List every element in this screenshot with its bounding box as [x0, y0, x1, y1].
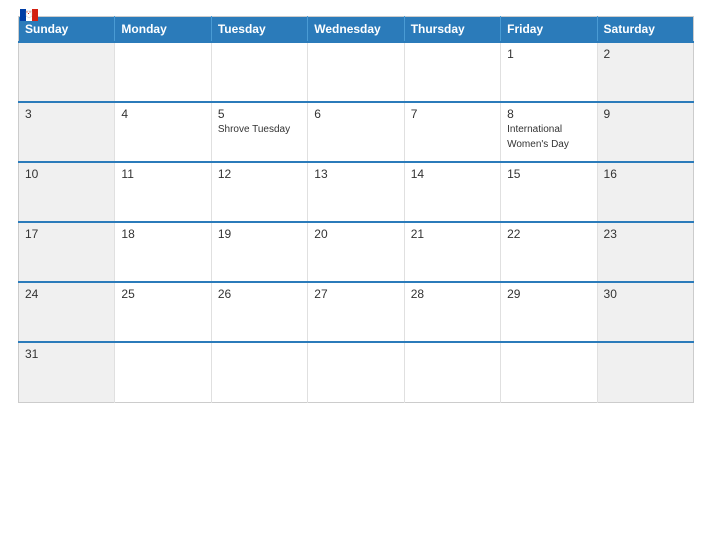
calendar-cell: 10 [19, 162, 115, 222]
calendar-week-row: 24 25 26 27 28 29 30 [19, 282, 694, 342]
day-number: 22 [507, 227, 590, 241]
day-number: 15 [507, 167, 590, 181]
day-number: 23 [604, 227, 687, 241]
calendar-cell: 16 [597, 162, 693, 222]
calendar-cell: 9 [597, 102, 693, 162]
day-number: 19 [218, 227, 301, 241]
calendar-cell: 1 [501, 42, 597, 102]
calendar-cell: 6 [308, 102, 404, 162]
weekday-header-thursday: Thursday [404, 17, 500, 43]
day-number: 20 [314, 227, 397, 241]
day-number: 12 [218, 167, 301, 181]
day-number: 14 [411, 167, 494, 181]
calendar-cell: 23 [597, 222, 693, 282]
calendar-cell: 11 [115, 162, 211, 222]
weekday-header-wednesday: Wednesday [308, 17, 404, 43]
calendar-cell: 19 [211, 222, 307, 282]
calendar-week-row: 10 11 12 13 14 15 16 [19, 162, 694, 222]
weekday-header-friday: Friday [501, 17, 597, 43]
day-number: 4 [121, 107, 204, 121]
day-number: 28 [411, 287, 494, 301]
logo-flag-icon [20, 9, 38, 21]
calendar-cell: 24 [19, 282, 115, 342]
day-number: 27 [314, 287, 397, 301]
day-number: 16 [604, 167, 687, 181]
calendar-cell: 31 [19, 342, 115, 402]
calendar-cell: 3 [19, 102, 115, 162]
calendar-cell [308, 42, 404, 102]
calendar-cell [211, 42, 307, 102]
calendar-cell: 29 [501, 282, 597, 342]
calendar-cell: 5 Shrove Tuesday [211, 102, 307, 162]
day-number: 24 [25, 287, 108, 301]
calendar-cell: 4 [115, 102, 211, 162]
calendar-cell [211, 342, 307, 402]
calendar-cell [115, 42, 211, 102]
calendar-cell: 8 International Women's Day [501, 102, 597, 162]
calendar-cell [404, 42, 500, 102]
weekday-row: SundayMondayTuesdayWednesdayThursdayFrid… [19, 17, 694, 43]
day-number: 8 [507, 107, 590, 121]
calendar-cell: 18 [115, 222, 211, 282]
day-number: 26 [218, 287, 301, 301]
calendar-cell: 27 [308, 282, 404, 342]
calendar-cell: 7 [404, 102, 500, 162]
calendar-cell: 25 [115, 282, 211, 342]
calendar-cell: 28 [404, 282, 500, 342]
calendar-week-row: 31 [19, 342, 694, 402]
calendar-header: SundayMondayTuesdayWednesdayThursdayFrid… [19, 17, 694, 43]
day-number: 30 [604, 287, 687, 301]
calendar-cell: 21 [404, 222, 500, 282]
calendar-week-row: 17 18 19 20 21 22 23 [19, 222, 694, 282]
calendar-cell: 13 [308, 162, 404, 222]
calendar-week-row: 345 Shrove Tuesday 678 International Women'… [19, 102, 694, 162]
calendar-cell: 22 [501, 222, 597, 282]
calendar-cell: 14 [404, 162, 500, 222]
calendar-cell: 2 [597, 42, 693, 102]
calendar-cell: 20 [308, 222, 404, 282]
day-number: 10 [25, 167, 108, 181]
day-number: 17 [25, 227, 108, 241]
day-number: 31 [25, 347, 108, 361]
day-number: 5 [218, 107, 301, 121]
day-number: 3 [25, 107, 108, 121]
calendar-cell [115, 342, 211, 402]
day-number: 9 [604, 107, 687, 121]
logo [18, 10, 38, 22]
weekday-header-tuesday: Tuesday [211, 17, 307, 43]
day-number: 6 [314, 107, 397, 121]
calendar-event: Shrove Tuesday [218, 124, 290, 135]
day-number: 18 [121, 227, 204, 241]
calendar-body: 12345Shrove Tuesday678International Wome… [19, 42, 694, 402]
calendar-cell [597, 342, 693, 402]
calendar-event: International Women's Day [507, 124, 569, 150]
calendar-week-row: 12 [19, 42, 694, 102]
day-number: 25 [121, 287, 204, 301]
calendar-cell: 15 [501, 162, 597, 222]
day-number: 11 [121, 167, 204, 181]
calendar-cell: 30 [597, 282, 693, 342]
day-number: 29 [507, 287, 590, 301]
weekday-header-monday: Monday [115, 17, 211, 43]
day-number: 1 [507, 47, 590, 61]
day-number: 21 [411, 227, 494, 241]
calendar-cell: 12 [211, 162, 307, 222]
calendar-cell: 17 [19, 222, 115, 282]
calendar-cell: 26 [211, 282, 307, 342]
calendar-table: SundayMondayTuesdayWednesdayThursdayFrid… [18, 16, 694, 403]
calendar-cell [308, 342, 404, 402]
day-number: 2 [604, 47, 687, 61]
calendar-cell [501, 342, 597, 402]
weekday-header-saturday: Saturday [597, 17, 693, 43]
calendar-cell [404, 342, 500, 402]
day-number: 13 [314, 167, 397, 181]
day-number: 7 [411, 107, 494, 121]
calendar-cell [19, 42, 115, 102]
